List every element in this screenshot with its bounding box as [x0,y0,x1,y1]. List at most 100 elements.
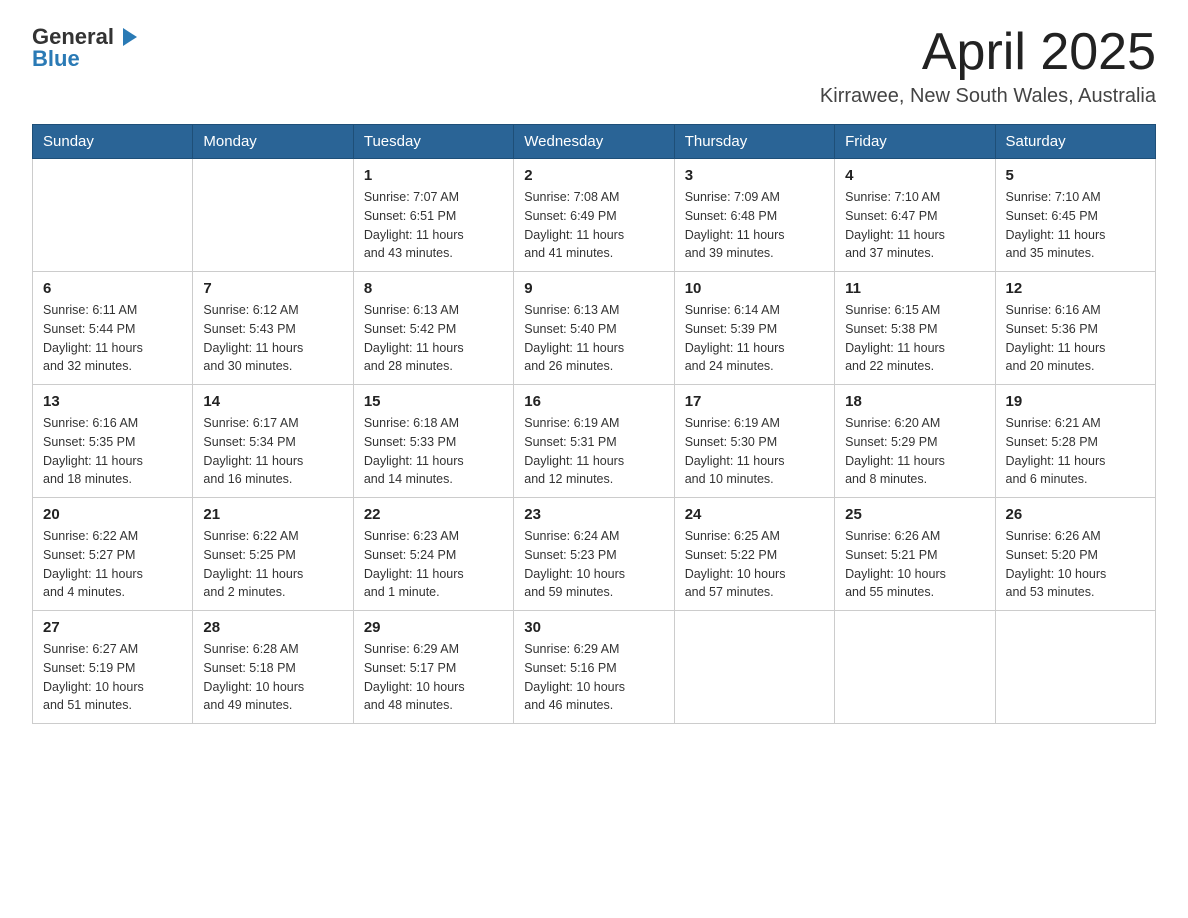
logo-triangle-icon [117,26,139,48]
day-number: 5 [1006,167,1145,184]
col-header-wednesday: Wednesday [514,125,674,159]
day-number: 10 [685,280,824,297]
day-number: 25 [845,506,984,523]
day-info: Sunrise: 6:22 AMSunset: 5:27 PMDaylight:… [43,527,182,602]
day-cell: 29 Sunrise: 6:29 AMSunset: 5:17 PMDayligh… [353,611,513,724]
day-cell: 18Sunrise: 6:20 AMSunset: 5:29 PMDayligh… [835,385,995,498]
day-number: 21 [203,506,342,523]
day-cell: 1 Sunrise: 7:07 AMSunset: 6:51 PMDaylight… [353,159,513,272]
col-header-friday: Friday [835,125,995,159]
day-cell: 2Sunrise: 7:08 AMSunset: 6:49 PMDaylight… [514,159,674,272]
day-info: Sunrise: 6:26 AMSunset: 5:21 PMDaylight:… [845,527,984,602]
day-info: Sunrise: 6:23 AMSunset: 5:24 PMDaylight:… [364,527,503,602]
day-cell: 26 Sunrise: 6:26 AMSunset: 5:20 PMDayligh… [995,498,1155,611]
title-block: April 2025 Kirrawee, New South Wales, Au… [820,24,1156,108]
day-cell [835,611,995,724]
day-info: Sunrise: 6:11 AMSunset: 5:44 PMDaylight:… [43,301,182,376]
day-cell: 9Sunrise: 6:13 AMSunset: 5:40 PMDaylight… [514,272,674,385]
day-info: Sunrise: 6:12 AMSunset: 5:43 PMDaylight:… [203,301,342,376]
week-row-2: 6Sunrise: 6:11 AMSunset: 5:44 PMDaylight… [33,272,1156,385]
day-number: 27 [43,619,182,636]
day-info: Sunrise: 7:07 AMSunset: 6:51 PMDaylight:… [364,188,503,263]
day-info: Sunrise: 6:27 AMSunset: 5:19 PMDaylight:… [43,640,182,715]
day-number: 18 [845,393,984,410]
week-row-3: 13 Sunrise: 6:16 AMSunset: 5:35 PMDayligh… [33,385,1156,498]
day-number: 29 [364,619,503,636]
day-cell: 19 Sunrise: 6:21 AMSunset: 5:28 PMDayligh… [995,385,1155,498]
day-cell: 15Sunrise: 6:18 AMSunset: 5:33 PMDayligh… [353,385,513,498]
day-info: Sunrise: 6:24 AMSunset: 5:23 PMDaylight:… [524,527,663,602]
day-number: 23 [524,506,663,523]
col-header-tuesday: Tuesday [353,125,513,159]
day-cell: 30 Sunrise: 6:29 AMSunset: 5:16 PMDayligh… [514,611,674,724]
location-title: Kirrawee, New South Wales, Australia [820,85,1156,108]
day-cell: 20 Sunrise: 6:22 AMSunset: 5:27 PMDayligh… [33,498,193,611]
day-cell: 8Sunrise: 6:13 AMSunset: 5:42 PMDaylight… [353,272,513,385]
week-row-4: 20 Sunrise: 6:22 AMSunset: 5:27 PMDayligh… [33,498,1156,611]
day-info: Sunrise: 6:28 AMSunset: 5:18 PMDaylight:… [203,640,342,715]
day-info: Sunrise: 6:16 AMSunset: 5:35 PMDaylight:… [43,414,182,489]
calendar-table: SundayMondayTuesdayWednesdayThursdayFrid… [32,124,1156,724]
day-info: Sunrise: 6:21 AMSunset: 5:28 PMDaylight:… [1006,414,1145,489]
day-number: 2 [524,167,663,184]
col-header-monday: Monday [193,125,353,159]
day-info: Sunrise: 7:09 AMSunset: 6:48 PMDaylight:… [685,188,824,263]
day-info: Sunrise: 6:19 AMSunset: 5:30 PMDaylight:… [685,414,824,489]
day-cell: 11Sunrise: 6:15 AMSunset: 5:38 PMDayligh… [835,272,995,385]
day-number: 8 [364,280,503,297]
logo: General Blue [32,24,139,72]
day-cell: 5 Sunrise: 7:10 AMSunset: 6:45 PMDaylight… [995,159,1155,272]
day-number: 19 [1006,393,1145,410]
col-header-sunday: Sunday [33,125,193,159]
day-number: 3 [685,167,824,184]
day-number: 17 [685,393,824,410]
day-info: Sunrise: 6:22 AMSunset: 5:25 PMDaylight:… [203,527,342,602]
day-number: 20 [43,506,182,523]
day-cell: 22Sunrise: 6:23 AMSunset: 5:24 PMDayligh… [353,498,513,611]
day-number: 30 [524,619,663,636]
week-row-1: 1 Sunrise: 7:07 AMSunset: 6:51 PMDaylight… [33,159,1156,272]
day-number: 7 [203,280,342,297]
day-cell: 16 Sunrise: 6:19 AMSunset: 5:31 PMDayligh… [514,385,674,498]
day-number: 24 [685,506,824,523]
day-number: 1 [364,167,503,184]
day-info: Sunrise: 6:19 AMSunset: 5:31 PMDaylight:… [524,414,663,489]
day-number: 13 [43,393,182,410]
day-number: 28 [203,619,342,636]
day-number: 9 [524,280,663,297]
day-info: Sunrise: 6:14 AMSunset: 5:39 PMDaylight:… [685,301,824,376]
day-info: Sunrise: 7:10 AMSunset: 6:47 PMDaylight:… [845,188,984,263]
day-cell: 28 Sunrise: 6:28 AMSunset: 5:18 PMDayligh… [193,611,353,724]
day-info: Sunrise: 7:10 AMSunset: 6:45 PMDaylight:… [1006,188,1145,263]
day-info: Sunrise: 6:26 AMSunset: 5:20 PMDaylight:… [1006,527,1145,602]
day-cell: 24Sunrise: 6:25 AMSunset: 5:22 PMDayligh… [674,498,834,611]
day-info: Sunrise: 6:29 AMSunset: 5:17 PMDaylight:… [364,640,503,715]
col-header-thursday: Thursday [674,125,834,159]
day-cell: 6Sunrise: 6:11 AMSunset: 5:44 PMDaylight… [33,272,193,385]
day-cell: 4 Sunrise: 7:10 AMSunset: 6:47 PMDaylight… [835,159,995,272]
day-info: Sunrise: 6:29 AMSunset: 5:16 PMDaylight:… [524,640,663,715]
day-cell: 23 Sunrise: 6:24 AMSunset: 5:23 PMDayligh… [514,498,674,611]
day-number: 11 [845,280,984,297]
day-cell: 3 Sunrise: 7:09 AMSunset: 6:48 PMDaylight… [674,159,834,272]
day-cell [674,611,834,724]
day-cell: 27 Sunrise: 6:27 AMSunset: 5:19 PMDayligh… [33,611,193,724]
day-cell: 17 Sunrise: 6:19 AMSunset: 5:30 PMDayligh… [674,385,834,498]
day-number: 14 [203,393,342,410]
day-number: 16 [524,393,663,410]
day-number: 4 [845,167,984,184]
logo-blue: Blue [32,46,80,72]
day-cell: 25 Sunrise: 6:26 AMSunset: 5:21 PMDayligh… [835,498,995,611]
week-row-5: 27 Sunrise: 6:27 AMSunset: 5:19 PMDayligh… [33,611,1156,724]
day-cell: 13 Sunrise: 6:16 AMSunset: 5:35 PMDayligh… [33,385,193,498]
header: General Blue April 2025 Kirrawee, New So… [32,24,1156,108]
day-number: 12 [1006,280,1145,297]
day-cell [995,611,1155,724]
day-info: Sunrise: 6:16 AMSunset: 5:36 PMDaylight:… [1006,301,1145,376]
month-title: April 2025 [820,24,1156,81]
day-number: 26 [1006,506,1145,523]
day-cell [33,159,193,272]
col-header-saturday: Saturday [995,125,1155,159]
day-cell: 7 Sunrise: 6:12 AMSunset: 5:43 PMDaylight… [193,272,353,385]
day-cell: 10 Sunrise: 6:14 AMSunset: 5:39 PMDayligh… [674,272,834,385]
